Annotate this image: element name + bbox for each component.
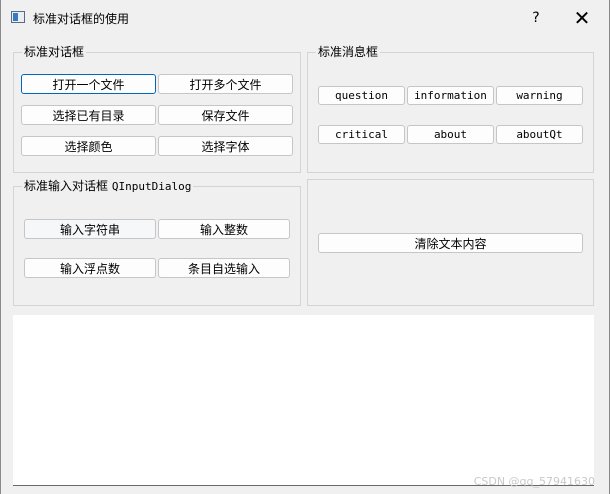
select-font-button[interactable]: 选择字体 — [158, 136, 293, 156]
input-float-button[interactable]: 输入浮点数 — [24, 258, 156, 278]
input-integer-button[interactable]: 输入整数 — [158, 219, 290, 239]
clear-text-button[interactable]: 清除文本内容 — [318, 233, 583, 253]
input-dialogs-title-cn: 标准输入对话框 — [24, 179, 109, 193]
message-boxes-group — [307, 52, 594, 173]
critical-button[interactable]: critical — [318, 125, 405, 144]
close-button[interactable]: ✕ — [559, 0, 605, 36]
information-button[interactable]: information — [407, 86, 494, 105]
standard-dialogs-title: 标准对话框 — [22, 45, 87, 59]
open-files-button[interactable]: 打开多个文件 — [158, 74, 293, 94]
about-button[interactable]: about — [407, 125, 494, 144]
input-dialogs-title-class: QInputDialog — [111, 180, 192, 193]
app-window-icon — [11, 11, 25, 23]
select-directory-button[interactable]: 选择已有目录 — [21, 105, 156, 125]
input-string-button[interactable]: 输入字符串 — [24, 219, 156, 239]
warning-button[interactable]: warning — [496, 86, 583, 105]
input-dialogs-group — [13, 186, 301, 306]
dialog-window: 标准对话框的使用 ? ✕ 标准对话框 打开一个文件 打开多个文件 选择已有目录 … — [0, 0, 610, 494]
input-dialogs-title: 标准输入对话框 QInputDialog — [22, 179, 194, 194]
about-qt-button[interactable]: aboutQt — [496, 125, 583, 144]
open-file-button[interactable]: 打开一个文件 — [21, 74, 156, 94]
message-boxes-title: 标准消息框 — [316, 45, 381, 59]
select-color-button[interactable]: 选择颜色 — [21, 136, 156, 156]
title-bar[interactable]: 标准对话框的使用 ? ✕ — [1, 0, 609, 36]
help-button[interactable]: ? — [513, 0, 559, 36]
output-text-area[interactable] — [13, 315, 594, 486]
csdn-watermark: CSDN @qq_57941630 — [473, 475, 595, 488]
input-item-button[interactable]: 条目自选输入 — [158, 258, 290, 278]
question-button[interactable]: question — [318, 86, 405, 105]
save-file-button[interactable]: 保存文件 — [158, 105, 293, 125]
window-title: 标准对话框的使用 — [33, 12, 130, 26]
